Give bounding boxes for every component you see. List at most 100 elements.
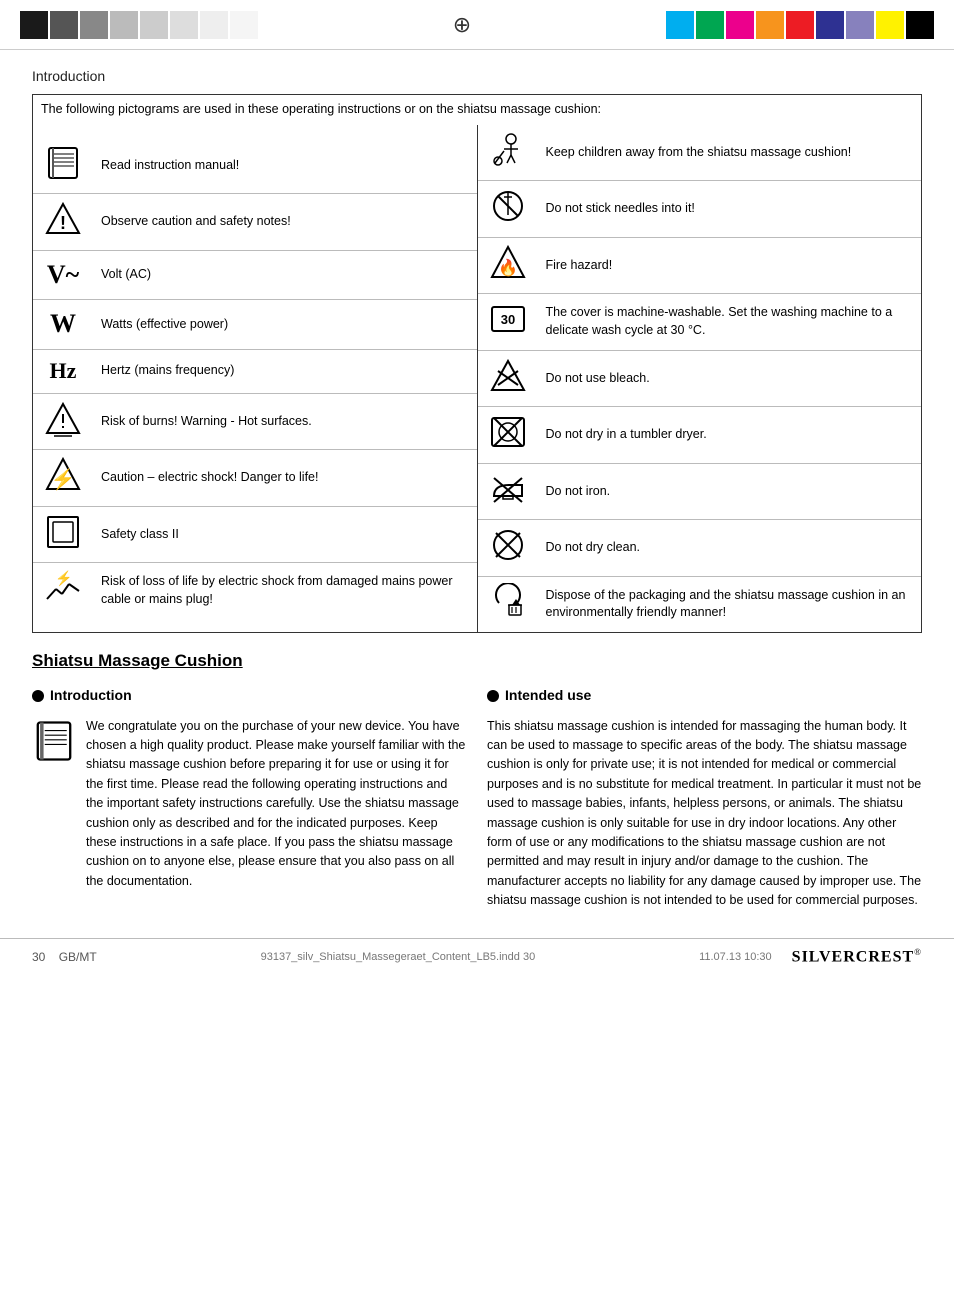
color-swatch <box>110 11 138 39</box>
table-row: Hz Hertz (mains frequency) <box>33 349 477 393</box>
color-swatch <box>666 11 694 39</box>
intro-column: Introduction We congratulate you on the … <box>32 685 467 910</box>
volt-icon: V~ <box>47 260 79 289</box>
color-swatch <box>170 11 198 39</box>
intended-use-heading-text: Intended use <box>505 685 591 707</box>
svg-text:🔥: 🔥 <box>498 258 518 277</box>
intended-use-column: Intended use This shiatsu massage cushio… <box>487 685 922 910</box>
icon-cell-safetyclass <box>33 506 93 563</box>
color-swatch <box>846 11 874 39</box>
caution-icon: ! <box>44 200 82 238</box>
locale: GB/MT <box>59 950 97 964</box>
table-row: Dispose of the packaging and the shiatsu… <box>478 576 922 632</box>
svg-text:!: ! <box>60 213 66 233</box>
svg-text:30: 30 <box>500 312 514 327</box>
intro-book-icon <box>32 719 76 769</box>
section-heading: Introduction <box>32 68 922 84</box>
intro-with-icon: We congratulate you on the purchase of y… <box>32 717 467 891</box>
color-swatch <box>20 11 48 39</box>
book-icon <box>44 144 82 182</box>
registration-mark: ⊕ <box>453 12 471 38</box>
color-swatch <box>816 11 844 39</box>
svg-text:⚡: ⚡ <box>51 467 76 491</box>
text-cell: Hertz (mains frequency) <box>93 349 477 393</box>
icon-cell-caution: ! <box>33 194 93 251</box>
color-swatch <box>906 11 934 39</box>
icon-cell-nodryer <box>478 407 538 464</box>
color-swatch <box>230 11 258 39</box>
table-row: W Watts (effective power) <box>33 300 477 349</box>
text-cell: Do not stick needles into it! <box>538 181 922 238</box>
footer-right-group: 11.07.13 10:30 SILVERCREST® <box>699 947 922 966</box>
table-row: Safety class II <box>33 506 477 563</box>
color-swatch <box>696 11 724 39</box>
damaged-cable-icon: ⚡ <box>44 569 82 607</box>
no-iron-icon <box>489 470 527 508</box>
icon-cell-hz: Hz <box>33 349 93 393</box>
text-cell: Watts (effective power) <box>93 300 477 349</box>
watt-icon: W <box>50 309 76 338</box>
table-row: Do not stick needles into it! <box>478 181 922 238</box>
text-cell: Caution – electric shock! Danger to life… <box>93 450 477 507</box>
footer-file-info: 93137_silv_Shiatsu_Massegeraet_Content_L… <box>261 951 536 963</box>
text-cell: Do not use bleach. <box>538 350 922 407</box>
table-row: V~ Volt (AC) <box>33 250 477 299</box>
color-blocks-right <box>666 11 934 39</box>
table-row: Risk of burns! Warning - Hot surfaces. <box>33 393 477 450</box>
footer-page-number: 30 GB/MT <box>32 950 97 964</box>
color-swatch <box>140 11 168 39</box>
table-row: Read instruction manual! <box>33 138 477 194</box>
intended-use-heading: Intended use <box>487 685 922 707</box>
no-dry-clean-icon <box>489 526 527 564</box>
left-half-table: Read instruction manual! ! <box>33 138 477 619</box>
icon-cell-watt: W <box>33 300 93 349</box>
text-cell: Do not iron. <box>538 463 922 520</box>
table-row: ⚡ Caution – electric shock! Danger to li… <box>33 450 477 507</box>
table-row: Do not iron. <box>478 463 922 520</box>
text-cell: Safety class II <box>93 506 477 563</box>
no-children-icon <box>489 131 527 169</box>
intro-heading-text: Introduction <box>50 685 132 707</box>
electric-shock-icon: ⚡ <box>44 456 82 494</box>
text-cell: Observe caution and safety notes! <box>93 194 477 251</box>
hz-icon: Hz <box>50 358 77 383</box>
intro-text: We congratulate you on the purchase of y… <box>86 717 467 891</box>
top-bar: ⊕ <box>0 0 954 50</box>
color-swatch <box>786 11 814 39</box>
icon-cell-dispose <box>478 576 538 632</box>
svg-text:⚡: ⚡ <box>55 570 72 587</box>
text-cell: Risk of burns! Warning - Hot surfaces. <box>93 393 477 450</box>
brand-logo: SILVERCREST® <box>792 947 922 966</box>
no-bleach-icon <box>489 357 527 395</box>
page-content: Introduction The following pictograms ar… <box>0 50 954 928</box>
main-title: Shiatsu Massage Cushion <box>32 651 922 671</box>
icon-cell-nobleach <box>478 350 538 407</box>
icon-cell-noneedles <box>478 181 538 238</box>
icon-cell-noiron <box>478 463 538 520</box>
color-swatch <box>756 11 784 39</box>
text-cell: Risk of loss of life by electric shock f… <box>93 563 477 619</box>
brand-name: SILVERCREST <box>792 949 914 966</box>
intro-bullet <box>32 690 44 702</box>
body-columns: Introduction We congratulate you on the … <box>32 685 922 910</box>
text-cell: Read instruction manual! <box>93 138 477 194</box>
intro-heading: Introduction <box>32 685 467 707</box>
table-row: Do not dry clean. <box>478 520 922 577</box>
dispose-icon <box>489 583 527 621</box>
color-swatch <box>80 11 108 39</box>
text-cell: Do not dry in a tumbler dryer. <box>538 407 922 464</box>
color-blocks-left <box>20 11 258 39</box>
table-header-text: The following pictograms are used in the… <box>33 95 922 125</box>
right-column: Keep children away from the shiatsu mass… <box>477 125 922 633</box>
color-swatch <box>876 11 904 39</box>
icon-cell-burn <box>33 393 93 450</box>
table-row: ⚡ Risk of loss of life by electric shock… <box>33 563 477 619</box>
icon-cell-wash30: 30 <box>478 294 538 351</box>
book-icon-large <box>32 719 76 763</box>
right-half-table: Keep children away from the shiatsu mass… <box>478 125 922 633</box>
icon-cell-children <box>478 125 538 181</box>
text-cell: Dispose of the packaging and the shiatsu… <box>538 576 922 632</box>
left-column: Read instruction manual! ! <box>33 125 478 633</box>
page-footer: 30 GB/MT 93137_silv_Shiatsu_Massegeraet_… <box>0 938 954 974</box>
text-cell: Volt (AC) <box>93 250 477 299</box>
